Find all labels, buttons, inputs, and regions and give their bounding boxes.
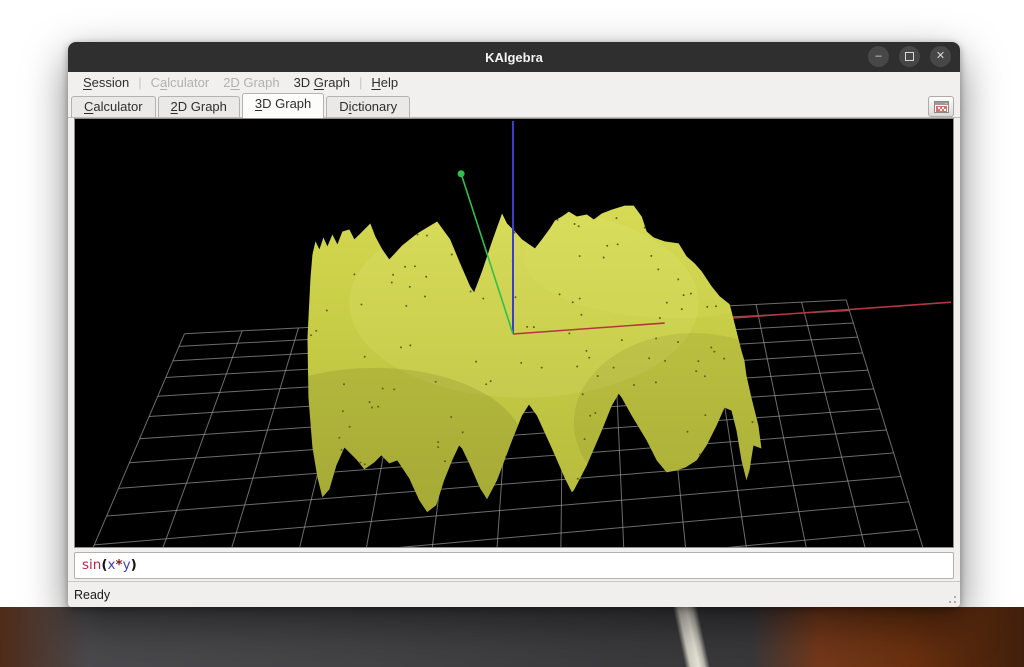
expression-token: ) xyxy=(131,557,137,573)
menu-calculator[interactable]: Calculator xyxy=(144,75,217,90)
minimize-icon: – xyxy=(875,51,881,62)
titlebar[interactable]: KAlgebra – ✕ xyxy=(68,42,960,72)
detach-window-icon xyxy=(934,101,949,113)
tab-2d-graph[interactable]: 2D Graph xyxy=(158,96,240,117)
menu-separator: | xyxy=(357,75,364,90)
maximize-button[interactable] xyxy=(899,46,920,67)
status-text: Ready xyxy=(74,588,110,602)
close-button[interactable]: ✕ xyxy=(930,46,951,67)
3d-graph-view[interactable] xyxy=(74,118,954,548)
menu-help[interactable]: Help xyxy=(364,75,405,90)
minimize-button[interactable]: – xyxy=(868,46,889,67)
expression-token: x xyxy=(108,557,116,573)
window-controls: – ✕ xyxy=(868,46,951,67)
tab-dictionary[interactable]: Dictionary xyxy=(326,96,410,117)
expression-token: y xyxy=(123,557,131,573)
menu-2d-graph[interactable]: 2D Graph xyxy=(216,75,286,90)
status-bar: Ready xyxy=(68,581,960,607)
menu-separator: | xyxy=(136,75,143,90)
menu-3d-graph[interactable]: 3D Graph xyxy=(287,75,357,90)
tab-calculator[interactable]: Calculator xyxy=(71,96,156,117)
desktop-road-photo xyxy=(0,607,1024,667)
menubar: Session | Calculator 2D Graph 3D Graph |… xyxy=(68,72,960,93)
menu-session[interactable]: Session xyxy=(76,75,136,90)
maximize-icon xyxy=(905,52,914,61)
expression-token: sin xyxy=(82,557,101,573)
y-axis-arrow-dot xyxy=(458,170,465,177)
kalgebra-window: KAlgebra – ✕ Session | Calculator 2D Gra… xyxy=(68,42,960,607)
expression-token: * xyxy=(116,557,123,573)
resize-grip[interactable] xyxy=(945,592,958,605)
window-title: KAlgebra xyxy=(485,50,543,65)
expression-input[interactable]: sin(x*y) xyxy=(74,552,954,579)
tab-bar: Calculator 2D Graph 3D Graph Dictionary xyxy=(68,93,960,118)
tab-corner-button[interactable] xyxy=(928,96,954,117)
close-icon: ✕ xyxy=(936,51,945,62)
tab-3d-graph[interactable]: 3D Graph xyxy=(242,93,324,118)
